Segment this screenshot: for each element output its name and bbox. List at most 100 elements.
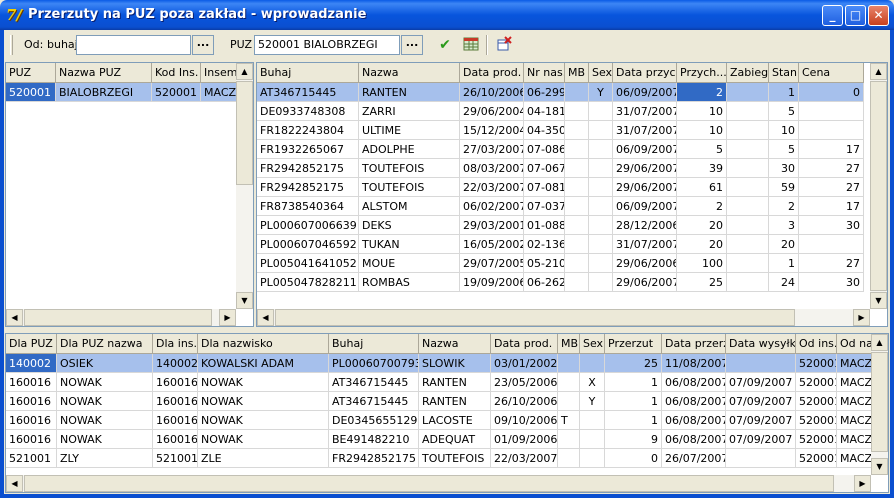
od-browse-button[interactable]: ...: [192, 35, 214, 55]
table-cell[interactable]: 06/09/2007: [613, 140, 677, 159]
table-cell[interactable]: 520001: [796, 354, 837, 373]
table-cell[interactable]: [565, 140, 589, 159]
table-cell[interactable]: 520001: [796, 449, 837, 468]
table-cell[interactable]: 22/03/2007: [491, 449, 558, 468]
table-cell[interactable]: 17: [799, 140, 864, 159]
table-cell[interactable]: T: [558, 411, 580, 430]
table-cell[interactable]: 29/06/2006: [613, 254, 677, 273]
column-header[interactable]: Nazwa PUZ: [56, 63, 152, 83]
table-cell[interactable]: [558, 373, 580, 392]
column-header[interactable]: Przych...: [677, 63, 727, 83]
table-cell[interactable]: 06/09/2007: [613, 83, 677, 102]
table-cell[interactable]: NOWAK: [57, 373, 153, 392]
column-header[interactable]: Data prod.: [460, 63, 524, 83]
close-button[interactable]: ✕: [868, 5, 889, 26]
column-header[interactable]: Zabiegi: [727, 63, 769, 83]
maximize-button[interactable]: □: [845, 5, 866, 26]
scroll-right-icon[interactable]: ▶: [854, 475, 871, 492]
table-cell[interactable]: 07-067: [524, 159, 565, 178]
scroll-up-icon[interactable]: ▲: [870, 63, 887, 80]
table-cell[interactable]: 31/07/2007: [613, 235, 677, 254]
horizontal-scrollbar[interactable]: ◀ ▶: [257, 309, 870, 326]
table-cell[interactable]: [799, 102, 864, 121]
table-cell[interactable]: [565, 121, 589, 140]
column-header[interactable]: Dla nazwisko: [198, 334, 329, 354]
table-cell[interactable]: 04-181: [524, 102, 565, 121]
table-cell[interactable]: 07/09/2007: [726, 373, 796, 392]
table-cell[interactable]: 1: [605, 373, 662, 392]
table-cell[interactable]: NOWAK: [198, 392, 329, 411]
puz-browse-button[interactable]: ...: [401, 35, 423, 55]
table-cell[interactable]: 24: [769, 273, 799, 292]
column-header[interactable]: Buhaj: [329, 334, 419, 354]
table-cell[interactable]: 5: [769, 140, 799, 159]
puz-grid[interactable]: PUZ Nazwa PUZ Kod Ins. Insemi 520001 BIALOBRZ…: [5, 62, 254, 327]
scroll-right-icon[interactable]: ▶: [219, 309, 236, 326]
table-cell[interactable]: PL000607006639: [257, 216, 359, 235]
table-cell[interactable]: NOWAK: [57, 430, 153, 449]
table-cell[interactable]: 31/07/2007: [613, 121, 677, 140]
column-header[interactable]: Dla PUZ nazwa: [57, 334, 153, 354]
table-cell[interactable]: 61: [677, 178, 727, 197]
scroll-left-icon[interactable]: ◀: [6, 475, 23, 492]
table-cell[interactable]: 01-088: [524, 216, 565, 235]
table-cell[interactable]: ALSTOM: [359, 197, 460, 216]
column-header[interactable]: Sex: [589, 63, 613, 83]
table-cell[interactable]: 06/08/2007: [662, 392, 726, 411]
table-cell[interactable]: 30: [799, 216, 864, 235]
table-cell[interactable]: ZLY: [57, 449, 153, 468]
table-cell[interactable]: 27/03/2007: [460, 140, 524, 159]
scroll-down-icon[interactable]: ▼: [871, 458, 888, 475]
table-cell[interactable]: 520001: [796, 373, 837, 392]
vertical-scrollbar[interactable]: ▲ ▼: [236, 63, 253, 309]
vertical-scrollbar[interactable]: ▲ ▼: [870, 63, 887, 309]
grid-icon[interactable]: [462, 36, 480, 54]
table-cell[interactable]: [727, 273, 769, 292]
table-cell[interactable]: 0: [799, 83, 864, 102]
table-cell[interactable]: 5: [677, 140, 727, 159]
column-header[interactable]: Dla PUZ: [6, 334, 57, 354]
vertical-scrollbar[interactable]: ▲ ▼: [871, 334, 888, 475]
table-cell[interactable]: [565, 254, 589, 273]
table-cell[interactable]: 09/10/2006: [491, 411, 558, 430]
table-cell[interactable]: FR2942852175: [257, 159, 359, 178]
puz-input[interactable]: 520001 BIALOBRZEGI: [254, 35, 400, 55]
table-cell[interactable]: 100: [677, 254, 727, 273]
table-cell[interactable]: 27: [799, 159, 864, 178]
przerzuty-grid[interactable]: Dla PUZ Dla PUZ nazwa Dla ins. Dla nazwisko…: [5, 333, 889, 493]
table-cell[interactable]: 160016: [6, 411, 57, 430]
checkmark-icon[interactable]: ✔: [436, 36, 454, 54]
table-cell[interactable]: [565, 159, 589, 178]
table-cell[interactable]: 140002: [6, 354, 57, 373]
table-cell[interactable]: 07/09/2007: [726, 392, 796, 411]
table-cell[interactable]: 20: [769, 235, 799, 254]
table-cell[interactable]: 17: [799, 197, 864, 216]
scroll-thumb[interactable]: [871, 352, 888, 452]
table-cell[interactable]: PL005041641052: [257, 254, 359, 273]
horizontal-scrollbar[interactable]: ◀ ▶: [6, 475, 871, 492]
table-cell[interactable]: 07-086: [524, 140, 565, 159]
table-cell[interactable]: [558, 449, 580, 468]
table-cell[interactable]: [726, 449, 796, 468]
column-header[interactable]: Nazwa: [419, 334, 491, 354]
table-cell[interactable]: DE0933748308: [257, 102, 359, 121]
table-cell[interactable]: [727, 235, 769, 254]
table-cell[interactable]: SLOWIK: [419, 354, 491, 373]
table-cell[interactable]: PL005047828211: [257, 273, 359, 292]
column-header[interactable]: Data wysyłki: [726, 334, 796, 354]
column-header[interactable]: Nr nas.: [524, 63, 565, 83]
table-cell[interactable]: FR1932265067: [257, 140, 359, 159]
scroll-down-icon[interactable]: ▼: [870, 292, 887, 309]
table-cell[interactable]: 160016: [153, 392, 198, 411]
scroll-thumb[interactable]: [870, 81, 887, 291]
table-cell[interactable]: 5: [769, 102, 799, 121]
column-header[interactable]: Data prod.: [491, 334, 558, 354]
table-cell[interactable]: 06/08/2007: [662, 430, 726, 449]
table-cell[interactable]: NOWAK: [57, 411, 153, 430]
table-cell[interactable]: [727, 178, 769, 197]
table-cell[interactable]: 07/09/2007: [726, 411, 796, 430]
column-header[interactable]: Kod Ins.: [152, 63, 201, 83]
title-bar[interactable]: 7/ Przerzuty na PUZ poza zakład - wprowa…: [0, 0, 894, 30]
table-cell[interactable]: 39: [677, 159, 727, 178]
delete-icon[interactable]: [495, 36, 513, 54]
